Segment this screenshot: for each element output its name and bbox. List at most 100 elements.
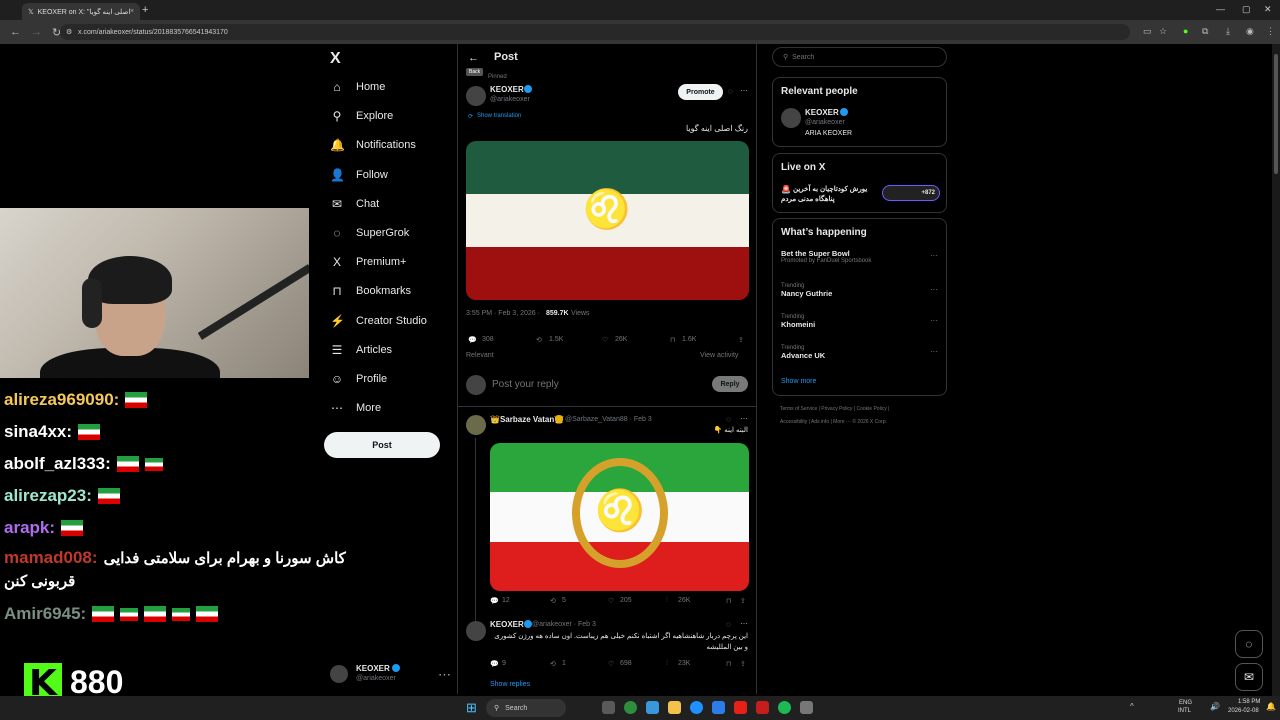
address-bar[interactable]: ⚙ x.com/ariakeoxer/status/20188357665419… (60, 24, 1130, 40)
reply-author-name[interactable]: KEOXER (490, 620, 524, 629)
views-icon[interactable]: ⫶ (666, 597, 668, 605)
post-image-flag[interactable]: ♌ (466, 141, 749, 300)
sidebar-item-supergrok[interactable]: ◌ SuperGrok (330, 226, 409, 240)
repost-icon[interactable]: ⟲ (550, 597, 556, 605)
mail-app-icon[interactable] (712, 701, 725, 714)
share-icon[interactable]: ⇪ (740, 660, 746, 668)
app-icon[interactable] (646, 701, 659, 714)
like-icon[interactable]: ♡ (608, 660, 614, 668)
reply-author-name[interactable]: 👑Sarbaze Vatan👑 (490, 415, 564, 424)
reply-input[interactable]: Post your reply (492, 379, 559, 390)
forward-arrow-icon[interactable]: → (31, 26, 42, 38)
sidebar-item-chat[interactable]: ✉ Chat (330, 197, 379, 211)
trend-item[interactable]: Trending Advance UK (781, 345, 825, 360)
share-icon[interactable]: ⇪ (738, 336, 744, 344)
account-switcher[interactable]: KEOXER @ariakeoxer ⋯ (330, 663, 455, 687)
like-icon[interactable]: ♡ (602, 336, 608, 344)
more-icon[interactable]: ⋯ (930, 251, 938, 260)
sidebar-item-more[interactable]: ⋯ More (330, 401, 381, 415)
messages-floating-icon[interactable]: ✉ (1235, 663, 1263, 691)
reply-icon[interactable]: 💬 (468, 336, 477, 344)
settings-icon[interactable] (800, 701, 813, 714)
trend-item[interactable]: Bet the Super Bowl Promoted by FanDuel Sp… (781, 249, 871, 264)
extensions-puzzle-icon[interactable]: ⧉ (1202, 26, 1208, 37)
reply-button[interactable]: Reply (712, 376, 748, 392)
reply-author-avatar[interactable] (466, 415, 486, 435)
reply-image-flag[interactable]: ♌ (490, 443, 749, 591)
reply-icon[interactable]: 💬 (490, 597, 499, 605)
share-icon[interactable]: ⇪ (740, 597, 746, 605)
extension-icon[interactable]: ● (1183, 26, 1188, 36)
translate-icon[interactable]: ⟳ (468, 113, 473, 120)
x-logo[interactable]: X (330, 50, 341, 68)
windows-start-icon[interactable]: ⊞ (466, 700, 477, 716)
scrollbar-thumb[interactable] (1274, 54, 1278, 174)
spotify-icon[interactable] (778, 701, 791, 714)
show-translation-link[interactable]: Show translation (477, 113, 521, 119)
bookmark-icon[interactable]: ⊓ (726, 597, 731, 605)
new-tab-button[interactable]: + (142, 4, 148, 16)
star-icon[interactable]: ☆ (1159, 26, 1167, 37)
reply-icon[interactable]: 💬 (490, 660, 499, 668)
taskbar-search[interactable]: ⚲ Search (486, 699, 566, 717)
grok-floating-icon[interactable]: ◌ (1235, 630, 1263, 658)
show-more-link[interactable]: Show more (781, 378, 816, 385)
more-icon[interactable]: ⋯ (930, 347, 938, 356)
more-icon[interactable]: ⋯ (438, 667, 451, 683)
view-activity-link[interactable]: View activity (700, 352, 738, 359)
sort-relevant-dropdown[interactable]: Relevant (466, 352, 494, 359)
maximize-icon[interactable]: ▢ (1242, 4, 1251, 15)
profile-avatar-icon[interactable]: ◉ (1246, 26, 1254, 37)
more-icon[interactable]: ⋯ (930, 285, 938, 294)
browser-menu-icon[interactable]: ⋮ (1266, 26, 1275, 37)
person-handle[interactable]: @ariakeoxer (805, 119, 845, 126)
chrome-icon[interactable] (624, 701, 637, 714)
browser-tab[interactable]: 𝕏 KEOXER on X: "رنگ اصلی اینه گویا" × (22, 3, 140, 20)
promote-button[interactable]: Promote (678, 84, 723, 100)
repost-icon[interactable]: ⟲ (550, 660, 556, 668)
tray-chevron-icon[interactable]: ^ (1130, 702, 1134, 711)
author-handle[interactable]: @ariakeoxer (490, 96, 530, 103)
app-m-icon[interactable] (756, 701, 769, 714)
sidebar-item-premium[interactable]: X Premium+ (330, 255, 406, 269)
grok-icon[interactable]: ◌ (728, 87, 733, 96)
site-info-icon[interactable]: ⚙ (66, 28, 72, 36)
back-arrow-icon[interactable]: ← (468, 52, 479, 64)
file-explorer-icon[interactable] (668, 701, 681, 714)
reply-author-handle[interactable]: @Sarbaze_Vatan88 · Feb 3 (565, 416, 652, 423)
bookmark-icon[interactable]: ⊓ (670, 336, 675, 344)
edge-icon[interactable] (690, 701, 703, 714)
bookmark-icon[interactable]: ⊓ (726, 660, 731, 668)
footer-links-line-1[interactable]: Terms of Service | Privacy Policy | Cook… (780, 406, 889, 412)
youtube-icon[interactable] (734, 701, 747, 714)
post-timestamp[interactable]: 3:55 PM · Feb 3, 2026 · (466, 310, 540, 317)
clock-date[interactable]: 2026-02-08 (1228, 708, 1259, 714)
cast-icon[interactable]: ▭ (1143, 26, 1152, 37)
language-primary[interactable]: ENG (1179, 700, 1192, 706)
page-scrollbar[interactable] (1272, 44, 1280, 696)
sidebar-item-profile[interactable]: ☺ Profile (330, 372, 387, 386)
grok-icon[interactable]: ◌ (726, 415, 731, 424)
trend-item[interactable]: Trending Khomeini (781, 314, 815, 329)
more-icon[interactable]: ⋯ (740, 414, 748, 423)
person-name[interactable]: KEOXER (805, 108, 839, 117)
volume-icon[interactable]: 🔊 (1210, 702, 1220, 711)
notification-bell-icon[interactable]: 🔔 (1266, 702, 1276, 711)
more-icon[interactable]: ⋯ (740, 619, 748, 628)
search-input[interactable]: ⚲ Search (772, 47, 947, 67)
sidebar-item-creator-studio[interactable]: ⚡ Creator Studio (330, 314, 427, 328)
footer-links-line-2[interactable]: Accessibility | Ads info | More ··· © 20… (780, 419, 887, 425)
task-view-icon[interactable] (602, 701, 615, 714)
back-arrow-icon[interactable]: ← (10, 26, 21, 38)
more-icon[interactable]: ⋯ (740, 86, 748, 95)
post-button[interactable]: Post (324, 432, 440, 458)
sidebar-item-explore[interactable]: ⚲ Explore (330, 109, 394, 123)
live-on-x-card[interactable]: Live on X 🚨 یورش کودتاچیان به آخرین پناه… (772, 153, 947, 213)
close-window-icon[interactable]: ✕ (1264, 4, 1272, 15)
person-avatar[interactable] (781, 108, 801, 128)
trend-item[interactable]: Trending Nancy Guthrie (781, 283, 832, 298)
views-icon[interactable]: ⫶ (666, 660, 668, 668)
reply-author-avatar[interactable] (466, 621, 486, 641)
sidebar-item-bookmarks[interactable]: ⊓ Bookmarks (330, 284, 411, 298)
author-avatar[interactable] (466, 86, 486, 106)
